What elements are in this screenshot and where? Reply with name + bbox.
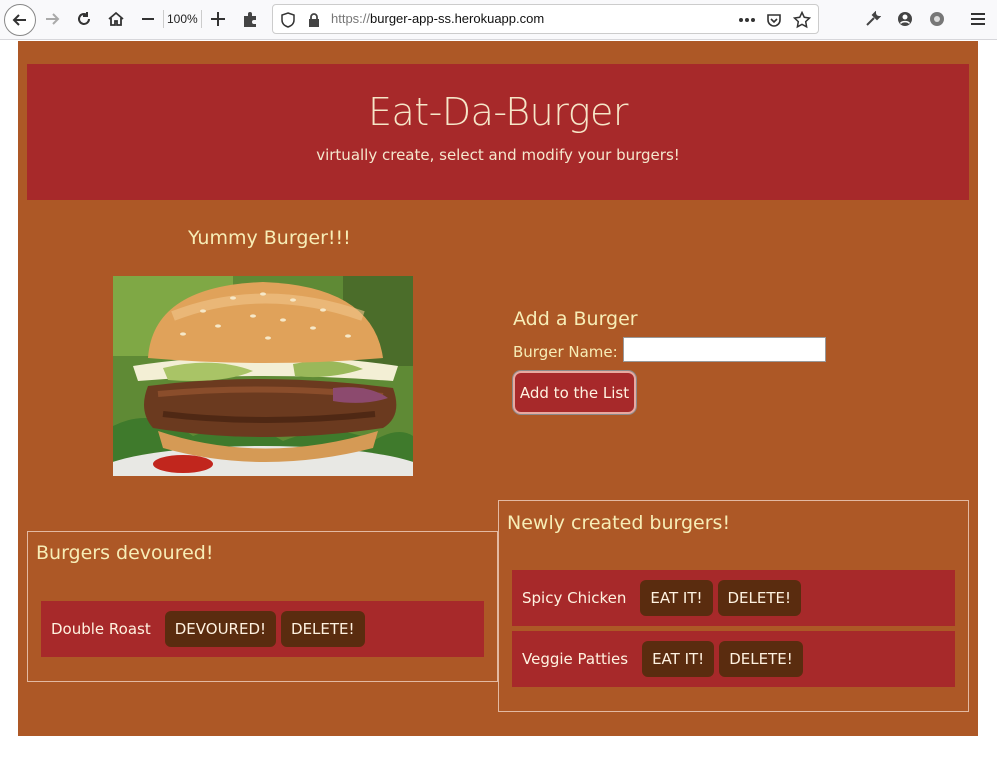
burger-name-label: Burger Name: (513, 343, 618, 361)
devoured-panel: Burgers devoured! Double Roast DEVOURED!… (27, 531, 498, 682)
forward-icon (46, 13, 60, 25)
devoured-button[interactable]: DEVOURED! (164, 611, 277, 647)
burger-name: Double Roast (51, 620, 151, 638)
page-subtitle: virtually create, select and modify your… (316, 146, 680, 164)
addon-icon (930, 12, 944, 26)
menu-icon (971, 13, 985, 25)
url-text[interactable]: https://burger-app-ss.herokuapp.com (331, 11, 544, 26)
page-title: Eat-Da-Burger (367, 90, 629, 134)
shield-icon[interactable] (279, 11, 297, 29)
url-prefix: https:// (331, 11, 371, 26)
eat-it-button[interactable]: EAT IT! (642, 641, 715, 677)
reload-button[interactable] (70, 5, 98, 33)
delete-button[interactable]: DELETE! (717, 580, 802, 616)
new-burgers-panel: Newly created burgers! Spicy Chicken EAT… (498, 500, 969, 712)
zoom-level[interactable]: 100% (163, 10, 202, 28)
list-item: Double Roast DEVOURED! DELETE! (41, 601, 484, 657)
delete-button[interactable]: DELETE! (719, 641, 803, 677)
addon-button[interactable] (923, 5, 951, 33)
extensions-button[interactable] (236, 5, 264, 33)
delete-button[interactable]: DELETE! (281, 611, 365, 647)
lock-icon[interactable] (305, 11, 323, 29)
burger-image (113, 276, 413, 476)
url-host: burger-app-ss.herokuapp.com (370, 11, 545, 26)
home-icon (108, 11, 124, 26)
extensions-icon (244, 12, 256, 27)
back-icon (12, 14, 26, 26)
add-burger-title: Add a Burger (513, 308, 638, 330)
pocket-icon[interactable] (765, 11, 783, 29)
home-button[interactable] (102, 5, 130, 33)
page-body: Eat-Da-Burger virtually create, select a… (18, 41, 978, 736)
new-burgers-title: Newly created burgers! (507, 512, 731, 534)
header-jumbotron: Eat-Da-Burger virtually create, select a… (27, 64, 969, 200)
showcase-caption: Yummy Burger!!! (188, 227, 351, 249)
account-button[interactable] (891, 5, 919, 33)
browser-toolbar: 100% https://burger-app-ss.herokuapp.com (0, 0, 997, 40)
account-icon (898, 12, 912, 26)
wrench-button[interactable] (859, 5, 887, 33)
list-item: Veggie Patties EAT IT! DELETE! (512, 631, 955, 687)
zoom-in-button[interactable] (204, 5, 232, 33)
eat-it-button[interactable]: EAT IT! (640, 580, 713, 616)
list-item: Spicy Chicken EAT IT! DELETE! (512, 570, 955, 626)
devoured-title: Burgers devoured! (36, 542, 214, 564)
zoom-out-button[interactable] (134, 5, 162, 33)
burger-name-input[interactable] (623, 337, 826, 362)
forward-button[interactable] (38, 5, 66, 33)
menu-button[interactable] (964, 5, 992, 33)
url-bar[interactable]: https://burger-app-ss.herokuapp.com (272, 4, 819, 34)
zoom-out-icon (142, 18, 154, 20)
more-icon[interactable] (738, 11, 756, 29)
bookmark-star-icon[interactable] (793, 11, 811, 29)
zoom-in-icon (211, 12, 225, 26)
back-button[interactable] (4, 4, 36, 36)
reload-icon (78, 12, 90, 25)
burger-name: Spicy Chicken (522, 589, 627, 607)
burger-name: Veggie Patties (522, 650, 629, 668)
wrench-icon (866, 11, 881, 26)
add-to-list-button[interactable]: Add to the List (513, 371, 636, 414)
